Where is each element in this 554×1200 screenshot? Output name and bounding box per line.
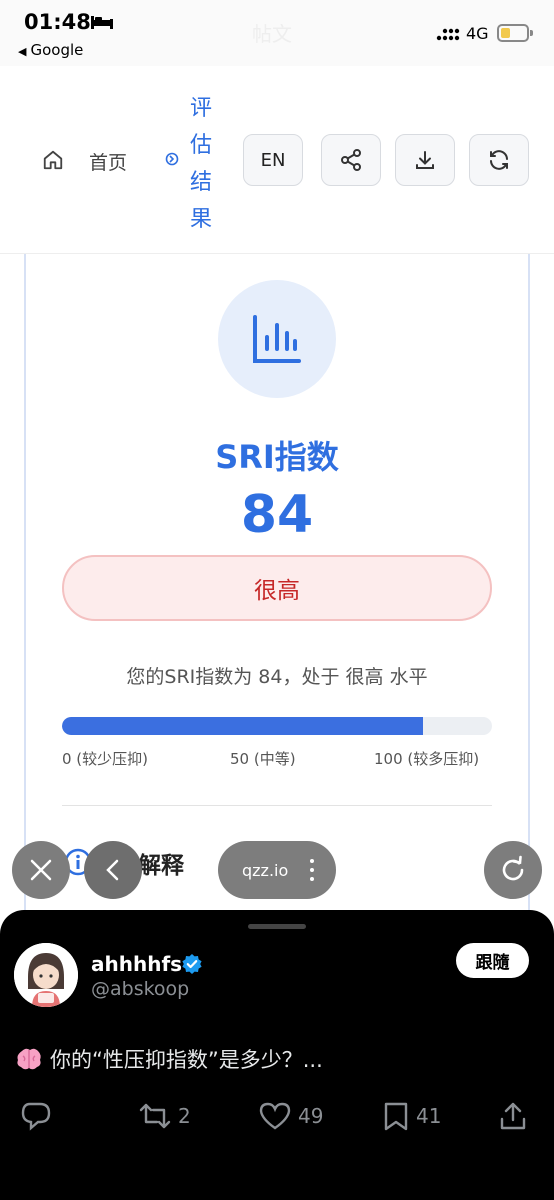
level-badge: 很高 xyxy=(62,555,492,621)
download-icon xyxy=(416,151,434,169)
bar-chart-icon xyxy=(253,315,301,363)
result-icon xyxy=(165,152,179,166)
url-pill[interactable]: qzz.io xyxy=(218,841,336,899)
author-name[interactable]: ahhhhfs xyxy=(91,952,182,976)
follow-label: 跟隨 xyxy=(475,953,510,973)
sri-progress-track xyxy=(62,717,492,735)
share-icon xyxy=(341,149,361,171)
reply-button[interactable] xyxy=(20,1100,58,1132)
share-button[interactable] xyxy=(321,134,381,186)
section-divider xyxy=(62,805,492,806)
download-button[interactable] xyxy=(395,134,455,186)
retweet-icon xyxy=(139,1103,171,1129)
tweet-body: 你的“性压抑指数”是多少？... xyxy=(50,1048,323,1072)
tweet-share-button[interactable] xyxy=(498,1100,534,1132)
refresh-button[interactable] xyxy=(469,134,529,186)
status-time: 01:48 xyxy=(24,10,91,34)
reply-icon xyxy=(21,1102,51,1131)
network-label: 4G xyxy=(466,24,489,43)
page-ghost-title: 帖文 xyxy=(252,22,292,46)
back-to-app-link[interactable]: ◀ Google xyxy=(18,41,83,59)
author-handle[interactable]: @abskoop xyxy=(91,978,189,1000)
level-label: 很高 xyxy=(254,578,300,604)
back-app-label: Google xyxy=(30,41,84,59)
close-icon xyxy=(30,859,52,881)
more-vertical-icon[interactable] xyxy=(310,857,314,883)
battery-icon xyxy=(497,24,533,42)
reload-button[interactable] xyxy=(484,841,542,899)
tweet-text[interactable]: 你的“性压抑指数”是多少？... xyxy=(16,1044,323,1074)
like-count: 49 xyxy=(298,1104,324,1128)
tweet-sheet: ahhhhfs @abskoop 跟隨 你的“性压抑指数”是多少？... 2 4… xyxy=(0,910,554,1200)
url-label: qzz.io xyxy=(242,860,289,880)
bookmark-button[interactable]: 41 xyxy=(382,1100,441,1132)
retweet-count: 2 xyxy=(178,1104,191,1128)
bookmark-count: 41 xyxy=(416,1104,442,1128)
bookmark-icon xyxy=(384,1102,408,1131)
sri-title: SRI指数 xyxy=(215,438,339,476)
nav-home-link[interactable]: 首页 xyxy=(89,148,127,175)
upload-share-icon xyxy=(500,1102,526,1130)
sheet-drag-handle[interactable] xyxy=(248,924,306,929)
like-button[interactable]: 49 xyxy=(258,1100,323,1132)
signal-icon xyxy=(436,28,460,41)
close-button[interactable] xyxy=(12,841,70,899)
scale-mid-label: 50 (中等) xyxy=(230,750,296,768)
result-summary: 您的SRI指数为 84，处于 很高 水平 xyxy=(126,666,428,688)
avatar[interactable] xyxy=(14,943,78,1007)
status-bar: 01:48 ◀ Google 帖文 4G xyxy=(0,0,554,66)
language-toggle-button[interactable]: EN xyxy=(243,134,303,186)
back-button[interactable] xyxy=(84,841,142,899)
brain-emoji-icon xyxy=(17,1048,41,1070)
refresh-icon xyxy=(490,150,508,170)
scale-min-label: 0 (较少压抑) xyxy=(62,750,149,768)
retweet-button[interactable]: 2 xyxy=(138,1100,191,1132)
home-icon[interactable] xyxy=(42,149,64,171)
back-triangle-icon: ◀ xyxy=(18,45,27,58)
verified-badge-icon xyxy=(182,954,202,974)
scale-max-label: 100 (较多压抑) xyxy=(374,750,480,768)
reload-icon xyxy=(502,855,524,881)
avatar-illustration xyxy=(14,943,78,1007)
follow-button[interactable]: 跟隨 xyxy=(456,943,529,978)
top-nav: 首页 评估结果 EN xyxy=(0,66,554,254)
language-toggle-label: EN xyxy=(260,149,286,171)
chevron-left-icon xyxy=(106,859,119,881)
nav-result-link[interactable]: 评估结果 xyxy=(190,90,214,238)
sri-progress-bar xyxy=(62,717,424,735)
heart-icon xyxy=(259,1102,291,1130)
chart-badge xyxy=(218,280,336,398)
sri-score: 84 xyxy=(240,485,314,545)
bed-icon xyxy=(91,16,113,29)
